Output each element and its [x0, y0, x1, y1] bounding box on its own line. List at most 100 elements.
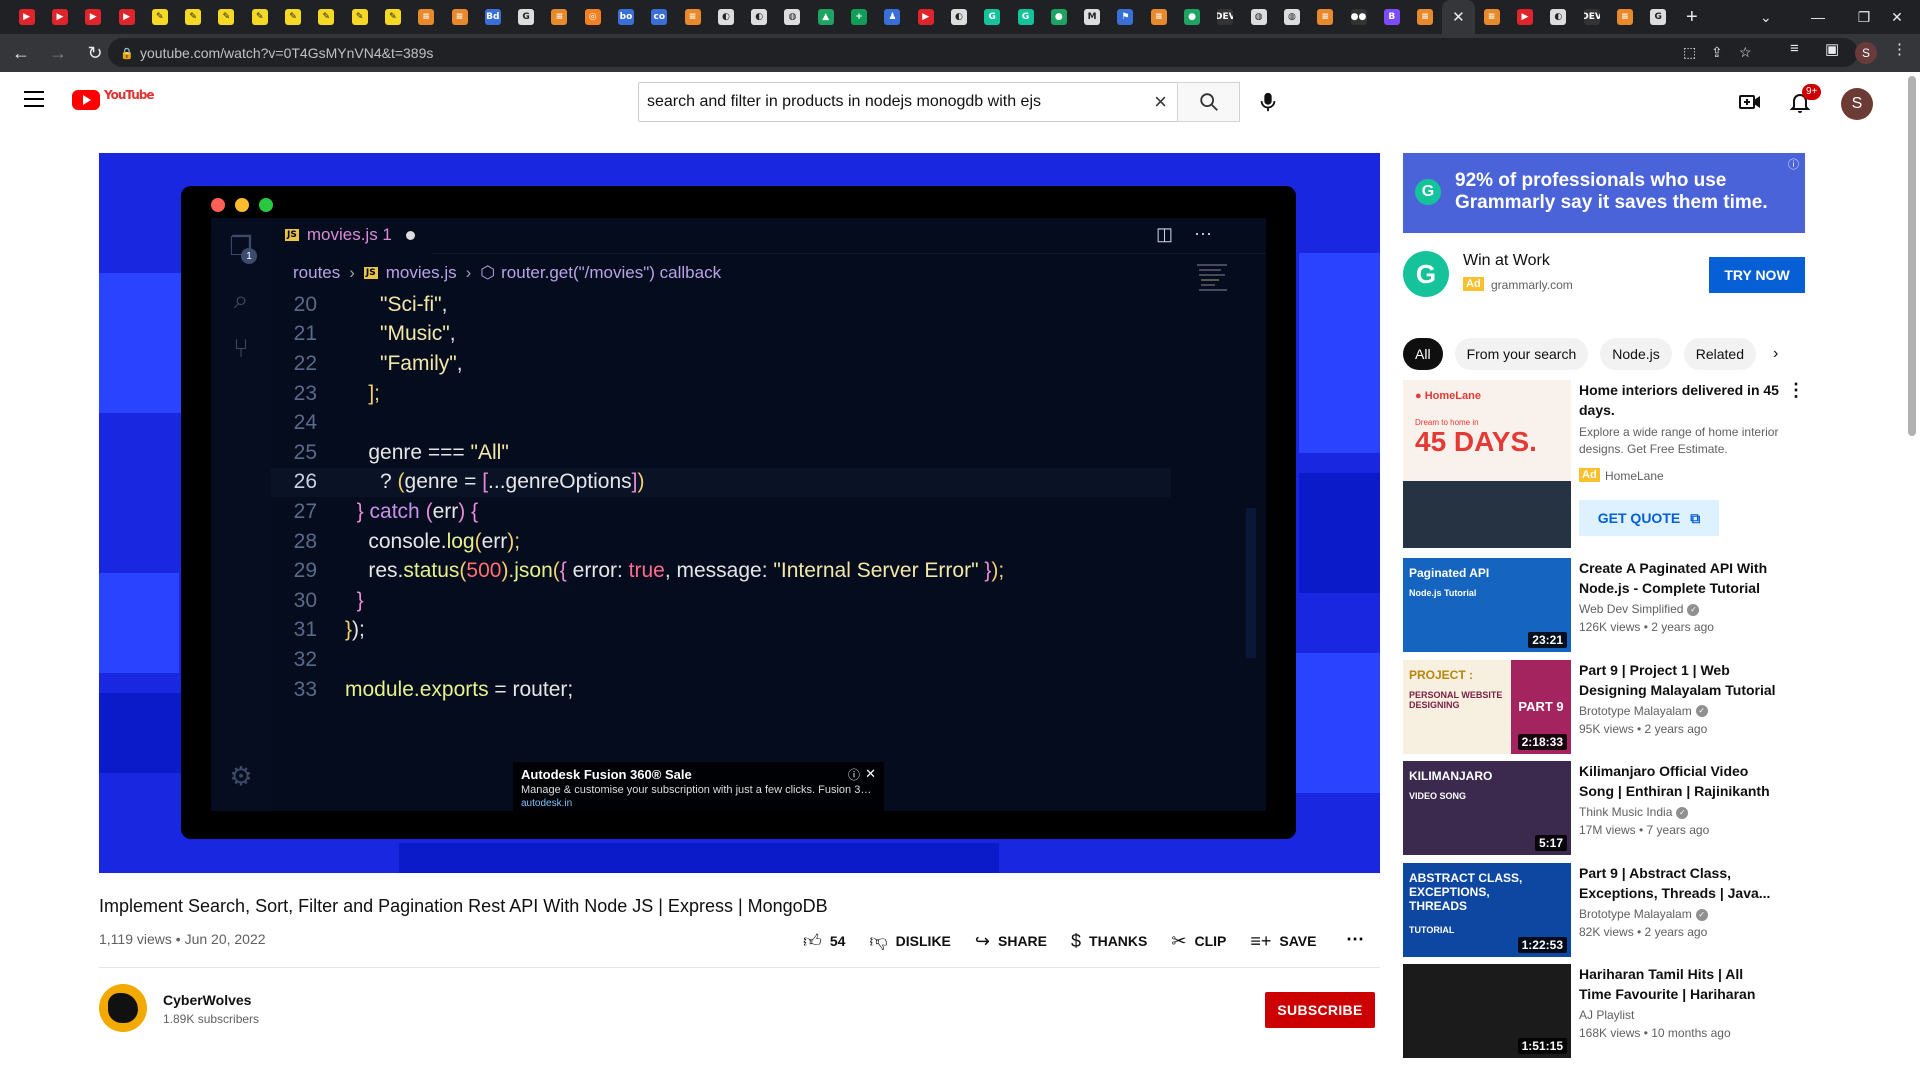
ad-overlay-title[interactable]: Autodesk Fusion 360® Sale: [521, 767, 876, 782]
ad-banner[interactable]: G 92% of professionals who use Grammarly…: [1403, 153, 1805, 233]
player-ad-overlay[interactable]: Autodesk Fusion 360® Sale Manage & custo…: [513, 762, 884, 812]
reload-button[interactable]: ↻: [79, 37, 111, 69]
browser-tab[interactable]: ◍: [1275, 0, 1308, 34]
install-icon[interactable]: ⬚: [1683, 44, 1696, 61]
browser-tab[interactable]: ≡: [1408, 0, 1441, 34]
close-window-button[interactable]: ✕: [1874, 0, 1920, 34]
sponsored-thumbnail[interactable]: ● HomeLane Dream to home in 45 DAYS.: [1403, 380, 1571, 548]
browser-tab[interactable]: ▶: [909, 0, 942, 34]
channel-name[interactable]: AJ Playlist: [1579, 1008, 1634, 1022]
browser-tab[interactable]: ◍: [776, 0, 809, 34]
profile-chip[interactable]: S: [1855, 42, 1877, 64]
video-title[interactable]: Part 9 | Abstract Class, Exceptions, Thr…: [1579, 863, 1779, 903]
browser-tab[interactable]: ◐: [942, 0, 975, 34]
account-avatar[interactable]: S: [1841, 88, 1873, 120]
browser-tab[interactable]: M: [1076, 0, 1109, 34]
sponsored-item[interactable]: ● HomeLane Dream to home in 45 DAYS. Hom…: [1403, 380, 1805, 558]
share-icon[interactable]: ⇪: [1711, 44, 1723, 61]
browser-tab[interactable]: ●: [1175, 0, 1208, 34]
clip-button[interactable]: ✂ CLIP: [1171, 931, 1226, 952]
browser-tab[interactable]: ✕: [1441, 0, 1476, 34]
recommended-video[interactable]: KILIMANJARO VIDEO SONG 5:17 Kilimanjaro Off…: [1403, 761, 1805, 863]
browser-tab[interactable]: co: [643, 0, 676, 34]
video-title[interactable]: Part 9 | Project 1 | Web Designing Malay…: [1579, 660, 1779, 700]
media-control-icon[interactable]: ≡: [1790, 40, 1799, 57]
page-scrollbar[interactable]: [1908, 76, 1916, 436]
share-button[interactable]: ↪ SHARE: [975, 931, 1047, 952]
channel-name[interactable]: Brototype Malayalam ✓: [1579, 704, 1708, 718]
more-actions-button[interactable]: ⋯: [1346, 929, 1364, 950]
recommended-video[interactable]: Paginated API Node.js Tutorial 23:21 Create…: [1403, 558, 1805, 660]
recommended-video[interactable]: ABSTRACT CLASS, EXCEPTIONS, THREADS TUTOR…: [1403, 862, 1805, 965]
channel-name[interactable]: Think Music India ✓: [1579, 805, 1689, 819]
video-thumbnail[interactable]: 1:51:15: [1403, 964, 1571, 1059]
video-title[interactable]: Kilimanjaro Official Video Song | Enthir…: [1579, 761, 1779, 801]
dislike-button[interactable]: 👎︎ DISLIKE: [869, 930, 951, 952]
browser-tab[interactable]: ✎: [276, 0, 309, 34]
browser-tab[interactable]: ≡: [443, 0, 476, 34]
browser-tab[interactable]: ●: [1042, 0, 1075, 34]
like-button[interactable]: 👍︎ 54: [803, 930, 845, 952]
browser-tab[interactable]: ≡: [1309, 0, 1342, 34]
browser-tab[interactable]: Bd: [476, 0, 509, 34]
browser-tab[interactable]: ✎: [176, 0, 209, 34]
minimize-button[interactable]: —: [1795, 0, 1841, 34]
browser-tab[interactable]: ≡: [676, 0, 709, 34]
browser-tab[interactable]: +: [842, 0, 875, 34]
hamburger-menu-icon[interactable]: [24, 91, 44, 107]
browser-tab[interactable]: ▶: [77, 0, 110, 34]
browser-tab[interactable]: ▶: [10, 0, 43, 34]
browser-tab[interactable]: ▶: [43, 0, 76, 34]
youtube-logo[interactable]: [72, 90, 100, 110]
recommended-video[interactable]: 1:51:15 Hariharan Tamil Hits | All Time F…: [1403, 964, 1805, 1066]
browser-tab[interactable]: ▶: [110, 0, 143, 34]
get-quote-button[interactable]: GET QUOTE ⧉: [1579, 500, 1719, 536]
browser-tab[interactable]: G: [1642, 0, 1675, 34]
browser-tab[interactable]: ◍: [1242, 0, 1275, 34]
browser-tab[interactable]: ◐: [743, 0, 776, 34]
chevron-right-icon[interactable]: ›: [1773, 345, 1778, 363]
browser-menu-icon[interactable]: ⋮: [1892, 40, 1907, 58]
browser-tab[interactable]: bo: [609, 0, 642, 34]
video-player[interactable]: ❐ 1 ⌕ ⑂ ⚙ JS movies.js 1 ◫ ⋯ routes › JS…: [99, 153, 1380, 873]
filter-chip[interactable]: From your search: [1454, 338, 1589, 370]
voice-search-button[interactable]: [1248, 82, 1288, 122]
browser-tab[interactable]: B: [1375, 0, 1408, 34]
address-bar[interactable]: 🔒 youtube.com/watch?v=0T4GsMYnVN4&t=389s…: [108, 38, 1858, 67]
channel-name[interactable]: Brototype Malayalam ✓: [1579, 907, 1708, 921]
browser-tab[interactable]: DEV: [1575, 0, 1608, 34]
browser-tab[interactable]: ◐: [709, 0, 742, 34]
more-options-icon[interactable]: ⋮: [1787, 380, 1805, 401]
close-ad-icon[interactable]: ✕: [865, 766, 876, 782]
new-tab-button[interactable]: +: [1675, 6, 1709, 29]
browser-tab[interactable]: ≡: [1142, 0, 1175, 34]
video-title[interactable]: Hariharan Tamil Hits | All Time Favourit…: [1579, 964, 1779, 1004]
recommended-video[interactable]: PROJECT : PERSONAL WEBSITE DESIGNING PART …: [1403, 659, 1805, 762]
browser-tab[interactable]: DEV: [1209, 0, 1242, 34]
search-button[interactable]: [1177, 82, 1240, 122]
browser-tab[interactable]: ≡: [1608, 0, 1641, 34]
browser-tab[interactable]: ✎: [343, 0, 376, 34]
browser-tab[interactable]: ●●: [1342, 0, 1375, 34]
filter-chip[interactable]: Node.js: [1600, 338, 1672, 370]
browser-tab[interactable]: ✎: [376, 0, 409, 34]
browser-tab[interactable]: ≡: [543, 0, 576, 34]
channel-name[interactable]: CyberWolves: [163, 992, 251, 1008]
clear-search-icon[interactable]: ×: [1154, 91, 1167, 113]
thanks-button[interactable]: $ THANKS: [1071, 931, 1147, 952]
url-text[interactable]: youtube.com/watch?v=0T4GsMYnVN4&t=389s: [140, 45, 433, 61]
subscribe-button[interactable]: SUBSCRIBE: [1265, 992, 1375, 1028]
browser-tab[interactable]: ✎: [243, 0, 276, 34]
browser-tab[interactable]: ♟: [876, 0, 909, 34]
browser-tab[interactable]: ▲: [809, 0, 842, 34]
tab-search-icon[interactable]: ⌄: [1749, 9, 1783, 26]
browser-tab[interactable]: ≡: [1475, 0, 1508, 34]
video-thumbnail[interactable]: Paginated API Node.js Tutorial 23:21: [1403, 558, 1571, 652]
browser-tab[interactable]: ▶: [1508, 0, 1541, 34]
browser-tab[interactable]: ◎: [576, 0, 609, 34]
video-thumbnail[interactable]: KILIMANJARO VIDEO SONG 5:17: [1403, 761, 1571, 856]
search-input[interactable]: [639, 93, 1129, 111]
side-panel-icon[interactable]: ▣: [1825, 40, 1839, 58]
video-title[interactable]: Create A Paginated API With Node.js - Co…: [1579, 558, 1779, 598]
back-button[interactable]: ←: [5, 37, 37, 69]
